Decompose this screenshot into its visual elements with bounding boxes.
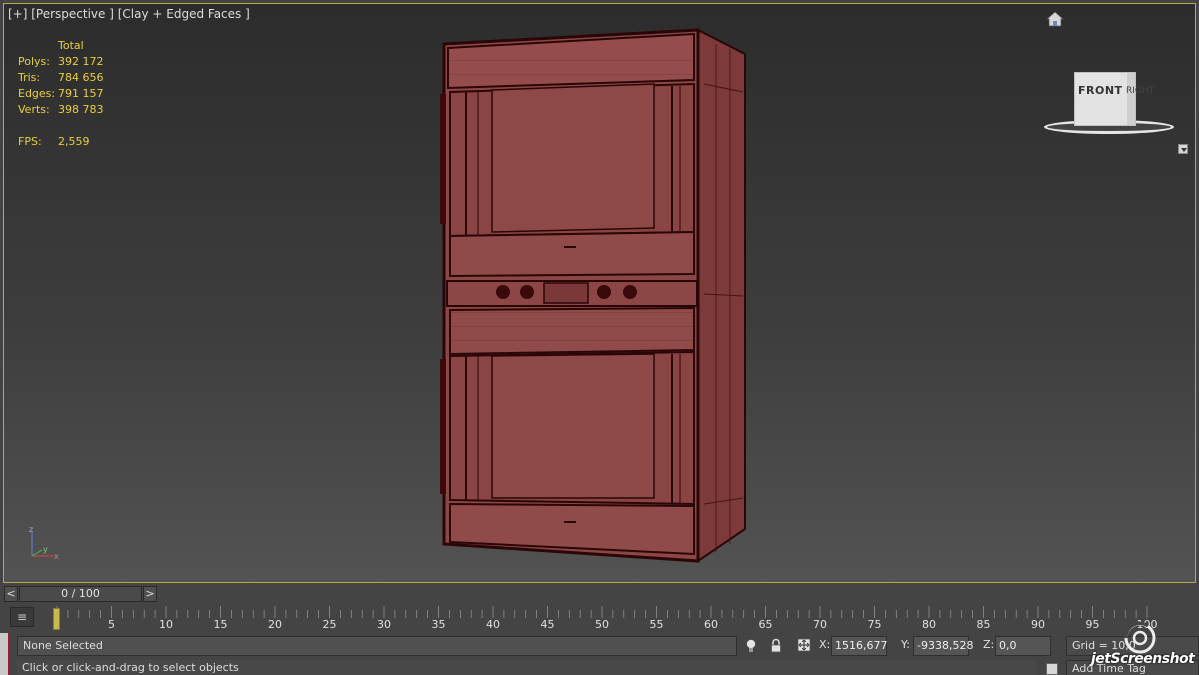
viewcube-menu-icon[interactable] [1178, 144, 1188, 154]
bulb-icon[interactable] [745, 638, 757, 654]
tick-label: 40 [486, 618, 500, 631]
tick-label: 85 [976, 618, 991, 631]
track-tick-labels: 0510152025303540455055606570758085909510… [0, 618, 1199, 632]
maxscript-listener-swatch[interactable] [0, 633, 10, 675]
transform-icon[interactable] [796, 637, 812, 653]
stat-row: Polys: 392 172 [18, 54, 104, 70]
time-slider[interactable]: 0 / 100 [19, 586, 142, 602]
axis-y-label: y [43, 545, 48, 554]
tick-label: 70 [813, 618, 827, 631]
stat-label: Polys: [18, 55, 50, 68]
tick-label: 25 [322, 618, 337, 631]
fps-row: FPS: 2,559 [18, 134, 104, 150]
tick-label: 50 [595, 618, 609, 631]
tick-label: 5 [108, 618, 115, 631]
tick-label: 30 [377, 618, 391, 631]
stat-value: 398 783 [58, 103, 104, 116]
watermark-text: jetScreenshot [1091, 651, 1195, 667]
stat-label: Verts: [18, 103, 50, 116]
selection-status: None Selected [17, 636, 737, 656]
viewcube-front-face[interactable]: FRONT [1078, 84, 1123, 97]
current-time-marker[interactable] [53, 608, 60, 630]
prompt-line: Click or click-and-drag to select object… [17, 660, 1037, 675]
time-tag-icon[interactable] [1046, 663, 1058, 675]
tick-label: 65 [758, 618, 773, 631]
viewport-label[interactable]: [+] [Perspective ] [Clay + Edged Faces ] [8, 7, 250, 21]
tick-label: 90 [1031, 618, 1045, 631]
stat-row: Tris: 784 656 [18, 70, 104, 86]
home-icon[interactable] [1046, 11, 1064, 27]
stat-label: Edges: [18, 87, 56, 100]
tick-label: 20 [268, 618, 282, 631]
x-coord-label: X: [819, 638, 831, 651]
stat-value: 784 656 [58, 71, 104, 84]
tick-label: 60 [704, 618, 718, 631]
stat-value: 392 172 [58, 55, 104, 68]
axis-tripod-icon: z y x [29, 525, 59, 561]
viewcube-right-face[interactable]: RIGHT [1126, 86, 1154, 96]
tick-label: 45 [540, 618, 555, 631]
refrigerator-model[interactable] [4, 4, 1196, 583]
tick-label: 55 [649, 618, 664, 631]
previous-frame-button[interactable]: < [4, 586, 18, 602]
fps-value: 2,559 [58, 135, 90, 148]
y-coord-label: Y: [901, 638, 910, 651]
status-bar: None Selected Click or click-and-drag to… [0, 633, 1199, 675]
viewcube-box[interactable] [1074, 72, 1136, 126]
time-slider-bar: < 0 / 100 > [0, 586, 1199, 603]
axis-z-label: z [29, 525, 33, 534]
tick-label: 35 [431, 618, 446, 631]
perspective-viewport[interactable]: [+] [Perspective ] [Clay + Edged Faces ]… [3, 3, 1196, 583]
stats-header: Total [58, 39, 84, 52]
tick-label: 10 [159, 618, 173, 631]
stat-row: Verts: 398 783 [18, 102, 104, 118]
viewcube[interactable]: FRONT RIGHT [1040, 66, 1178, 140]
lock-icon[interactable] [770, 638, 782, 654]
stat-row: Edges: 791 157 [18, 86, 104, 102]
next-frame-button[interactable]: > [143, 586, 157, 602]
tick-label: 80 [922, 618, 936, 631]
x-coord-field[interactable]: 1516,677 [831, 636, 888, 656]
z-coord-label: Z: [983, 638, 995, 651]
statistics-overlay: Total Polys: 392 172 Tris: 784 656 Edges… [18, 38, 104, 150]
y-coord-field[interactable]: -9338,528 [913, 636, 973, 656]
z-coord-field[interactable]: 0,0 [995, 636, 1051, 656]
tick-label: 75 [867, 618, 882, 631]
track-bar[interactable]: ≡ 05101520253035404550556065707580859095… [0, 604, 1199, 632]
stat-label: Tris: [18, 71, 41, 84]
fps-label: FPS: [18, 135, 42, 148]
stat-value: 791 157 [58, 87, 104, 100]
tick-label: 15 [213, 618, 228, 631]
axis-x-label: x [54, 552, 59, 561]
